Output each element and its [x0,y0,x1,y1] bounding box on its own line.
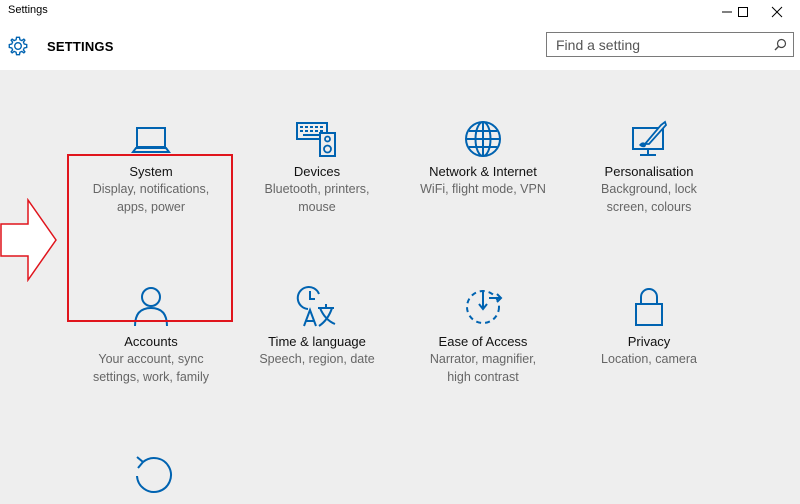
red-arrow-icon [0,198,57,282]
tile-name: Devices [293,164,341,179]
tile-desc-line1: Narrator, magnifier, [429,352,537,366]
tile-desc-line1: Location, camera [601,352,697,366]
search-box[interactable] [546,32,794,57]
tile-desc-line1: Your account, sync [98,352,204,366]
tile-accounts[interactable]: Accounts Your account, sync settings, wo… [66,286,236,386]
tile-desc-line1: Background, lock [601,182,697,196]
tile-ease-of-access[interactable]: Ease of Access Narrator, magnifier, high… [398,286,568,386]
tile-desc-line2: high contrast [447,370,519,384]
settings-grid: System Display, notifications, apps, pow… [0,70,800,504]
tile-personalisation[interactable]: Personalisation Background, lock screen,… [564,120,734,216]
gear-icon [8,36,28,56]
time-language-icon [296,286,336,327]
tile-name: Privacy [627,334,671,349]
search-icon[interactable] [774,38,787,51]
update-icon [136,456,172,493]
tile-name: Accounts [124,334,178,349]
page-title: SETTINGS [47,39,114,54]
tile-name: Ease of Access [438,334,528,349]
tile-desc-line2: screen, colours [606,200,692,214]
title-bar: Settings [0,0,800,24]
lock-icon [635,288,663,326]
tile-desc-line1: Display, notifications, [92,182,210,196]
tile-desc-line1: WiFi, flight mode, VPN [420,182,546,196]
tile-name: Time & language [268,334,366,349]
close-button[interactable] [754,0,800,24]
tile-name: System [129,164,173,179]
window-title: Settings [8,4,48,16]
tile-name: Network & Internet [429,164,537,179]
person-icon [134,287,168,327]
tile-devices[interactable]: Devices Bluetooth, printers, mouse [232,120,402,216]
close-icon [771,6,783,18]
devices-icon [296,122,336,157]
globe-icon [465,121,501,157]
tile-desc-line1: Bluetooth, printers, [264,182,370,196]
tile-desc-line2: mouse [298,200,336,214]
tile-time-language[interactable]: Time & language Speech, region, date [232,286,402,369]
laptop-icon [131,127,171,153]
ease-of-access-icon [466,290,503,324]
settings-header: SETTINGS [0,24,800,70]
tile-privacy[interactable]: Privacy Location, camera [564,286,734,369]
tile-desc-line1: Speech, region, date [259,352,375,366]
tile-name: Personalisation [604,164,694,179]
tile-system[interactable]: System Display, notifications, apps, pow… [66,120,236,216]
tile-desc-line2: settings, work, family [92,370,209,384]
maximize-icon [738,7,748,17]
tile-network[interactable]: Network & Internet WiFi, flight mode, VP… [398,120,568,199]
personalisation-icon [632,120,668,156]
tile-update[interactable] [66,452,236,496]
search-input[interactable] [548,34,776,55]
tile-desc-line2: apps, power [116,200,186,214]
